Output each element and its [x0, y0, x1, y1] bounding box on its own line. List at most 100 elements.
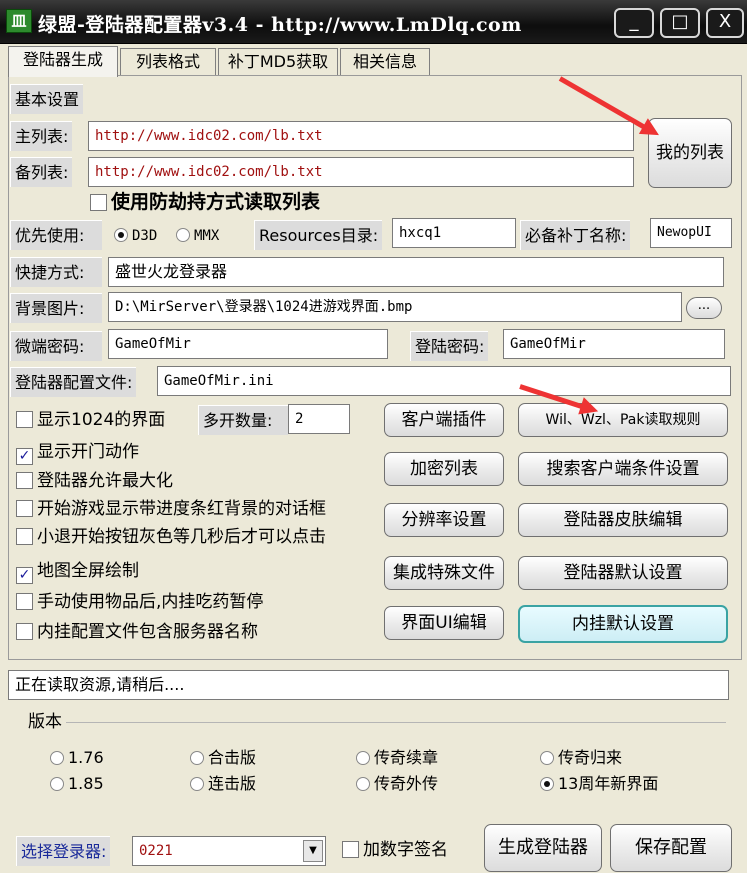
app-window: 皿 绿盟-登陆器配置器v3.4 - http://www.LmDlq.com _… [0, 0, 747, 873]
select-launcher-label: 选择登录器: [16, 836, 111, 866]
retreat-gray-checkbox[interactable]: 小退开始按钮灰色等几秒后才可以点击 [16, 525, 326, 549]
version-radio-1-76[interactable]: 1.76 [50, 746, 104, 770]
anti-hijack-checkbox[interactable]: 使用防劫持方式读取列表 [90, 190, 320, 214]
version-label: 传奇归来 [558, 748, 623, 767]
shortcut-label: 快捷方式: [10, 257, 102, 287]
radio-dot[interactable] [356, 751, 370, 765]
main-list-label: 主列表: [10, 121, 73, 151]
bg-image-label: 背景图片: [10, 293, 102, 323]
tab-patch-md5[interactable]: 补丁MD5获取 [218, 48, 338, 76]
patch-name-input[interactable]: NewopUI [650, 218, 732, 248]
progress-bar-bg-checkbox[interactable]: 开始游戏显示带进度条红背景的对话框 [16, 497, 326, 521]
version-label: 1.85 [68, 774, 104, 793]
allow-maximize-checkbox[interactable]: 登陆器允许最大化 [16, 469, 173, 493]
generate-launcher-button[interactable]: 生成登陆器 [484, 824, 602, 872]
radio-d3d-label: D3D [132, 228, 158, 244]
checkbox-box[interactable] [90, 194, 107, 211]
close-button[interactable]: X [706, 8, 744, 38]
checkbox-box[interactable] [16, 593, 33, 610]
bg-image-input[interactable]: D:\MirServer\登录器\1024进游戏界面.bmp [108, 292, 682, 322]
map-fullscreen-label: 地图全屏绘制 [37, 561, 139, 581]
show-1024-label: 显示1024的界面 [37, 410, 166, 430]
tab-related-info[interactable]: 相关信息 [340, 48, 430, 76]
client-plugin-button[interactable]: 客户端插件 [384, 403, 504, 437]
allow-maximize-label: 登陆器允许最大化 [37, 471, 173, 491]
radio-dot[interactable] [190, 777, 204, 791]
config-server-name-label: 内挂配置文件包含服务器名称 [37, 622, 258, 642]
login-pwd-input[interactable]: GameOfMir [503, 329, 725, 359]
client-pwd-label: 微端密码: [10, 331, 102, 361]
resolution-button[interactable]: 分辨率设置 [384, 503, 504, 537]
version-radio-1-85[interactable]: 1.85 [50, 772, 104, 796]
version-radio-heji[interactable]: 合击版 [190, 746, 256, 770]
version-label: 连击版 [208, 774, 257, 793]
checkbox-box[interactable] [16, 528, 33, 545]
title-bar[interactable]: 皿 绿盟-登陆器配置器v3.4 - http://www.LmDlq.com _… [0, 0, 747, 44]
patch-name-label: 必备补丁名称: [520, 220, 631, 250]
show-door-anim-checkbox[interactable]: ✓ 显示开门动作 [16, 440, 139, 465]
checkbox-box[interactable]: ✓ [16, 567, 33, 584]
special-files-button[interactable]: 集成特殊文件 [384, 556, 504, 590]
radio-dot[interactable] [190, 751, 204, 765]
radio-dot[interactable] [540, 777, 554, 791]
wil-rules-button[interactable]: Wil、Wzl、Pak读取规则 [518, 403, 728, 437]
chevron-down-icon[interactable]: ▼ [303, 840, 323, 862]
main-list-input[interactable]: http://www.idc02.com/lb.txt [88, 121, 634, 151]
basic-settings-title: 基本设置 [10, 84, 84, 114]
pause-after-item-checkbox[interactable]: 手动使用物品后,内挂吃药暂停 [16, 590, 263, 614]
radio-mmx[interactable]: MMX [176, 223, 219, 247]
digital-sign-checkbox[interactable]: 加数字签名 [342, 838, 448, 862]
radio-dot[interactable] [114, 228, 128, 242]
backup-list-input[interactable]: http://www.idc02.com/lb.txt [88, 157, 634, 187]
anti-hijack-label: 使用防劫持方式读取列表 [111, 191, 321, 213]
version-radio-xuzhang[interactable]: 传奇续章 [356, 746, 438, 770]
launcher-select[interactable]: 0221 [132, 836, 326, 866]
radio-dot[interactable] [50, 777, 64, 791]
radio-dot[interactable] [176, 228, 190, 242]
checkbox-box[interactable] [16, 411, 33, 428]
search-client-button[interactable]: 搜索客户端条件设置 [518, 452, 728, 486]
version-radio-guilai[interactable]: 传奇归来 [540, 746, 622, 770]
progress-bar-bg-label: 开始游戏显示带进度条红背景的对话框 [37, 499, 326, 519]
multi-open-label: 多开数量: [198, 405, 288, 435]
checkbox-box[interactable]: ✓ [16, 448, 33, 465]
maximize-button[interactable]: □ [660, 8, 700, 38]
show-1024-checkbox[interactable]: 显示1024的界面 [16, 408, 165, 432]
radio-dot[interactable] [50, 751, 64, 765]
version-label: 传奇外传 [374, 774, 439, 793]
minimize-button[interactable]: _ [614, 8, 654, 38]
radio-dot[interactable] [356, 777, 370, 791]
save-config-button[interactable]: 保存配置 [610, 824, 732, 872]
encrypt-list-button[interactable]: 加密列表 [384, 452, 504, 486]
shortcut-input[interactable]: 盛世火龙登录器 [108, 257, 724, 287]
version-radio-lianji[interactable]: 连击版 [190, 772, 256, 796]
ui-edit-button[interactable]: 界面UI编辑 [384, 606, 504, 640]
config-file-input[interactable]: GameOfMir.ini [157, 366, 731, 396]
config-server-name-checkbox[interactable]: 内挂配置文件包含服务器名称 [16, 620, 258, 644]
tab-list-format[interactable]: 列表格式 [120, 48, 216, 76]
config-file-label: 登陆器配置文件: [10, 367, 137, 397]
radio-d3d[interactable]: D3D [114, 223, 157, 247]
client-pwd-input[interactable]: GameOfMir [108, 329, 388, 359]
default-settings-button[interactable]: 登陆器默认设置 [518, 556, 728, 590]
checkbox-box[interactable] [16, 500, 33, 517]
window-title: 绿盟-登陆器配置器v3.4 - http://www.LmDlq.com [38, 14, 522, 36]
plugin-defaults-button[interactable]: 内挂默认设置 [518, 605, 728, 643]
tab-generate[interactable]: 登陆器生成 [8, 46, 118, 77]
login-pwd-label: 登陆密码: [410, 331, 489, 361]
checkbox-box[interactable] [16, 472, 33, 489]
checkbox-box[interactable] [342, 841, 359, 858]
radio-dot[interactable] [540, 751, 554, 765]
resources-input[interactable]: hxcq1 [392, 218, 516, 248]
version-group-title: 版本 [14, 710, 66, 734]
show-door-anim-label: 显示开门动作 [37, 442, 139, 462]
version-label: 合击版 [208, 748, 257, 767]
radio-mmx-label: MMX [194, 228, 220, 244]
map-fullscreen-checkbox[interactable]: ✓ 地图全屏绘制 [16, 559, 139, 584]
version-radio-waizhuan[interactable]: 传奇外传 [356, 772, 438, 796]
multi-open-input[interactable]: 2 [288, 404, 350, 434]
checkbox-box[interactable] [16, 623, 33, 640]
browse-button[interactable]: ... [686, 297, 722, 319]
skin-edit-button[interactable]: 登陆器皮肤编辑 [518, 503, 728, 537]
version-radio-13th[interactable]: 13周年新界面 [540, 772, 658, 796]
